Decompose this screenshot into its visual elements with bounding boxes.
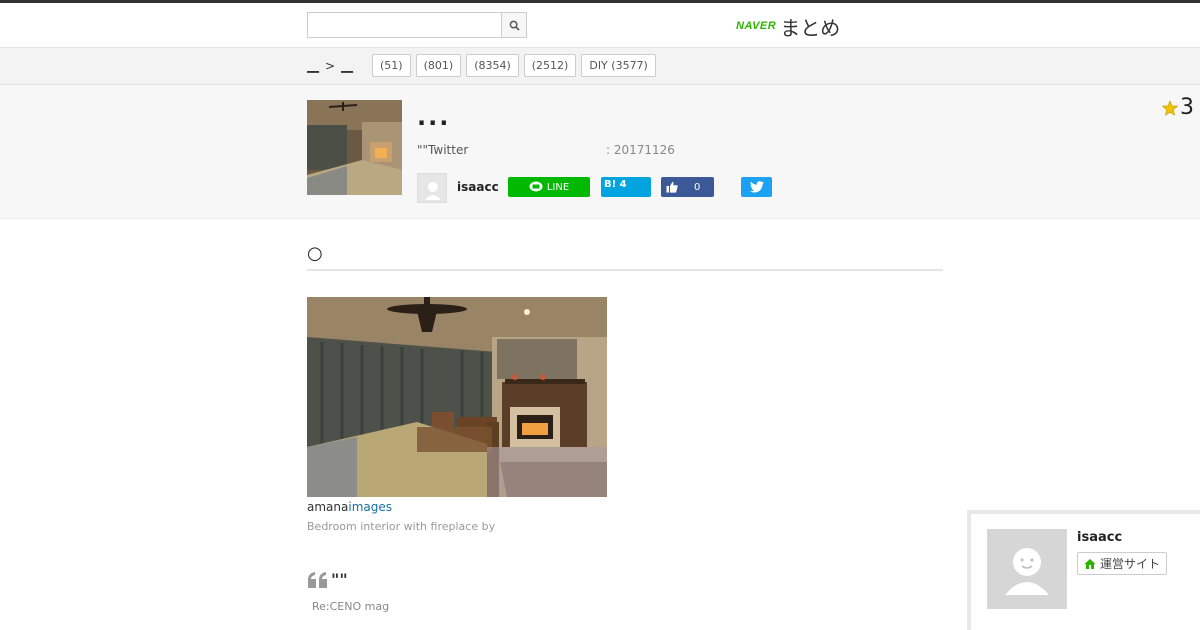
article-description: ""Twitter [417, 143, 469, 157]
article-title: ... [417, 103, 451, 131]
site-header: NAVER まとめ [0, 3, 1200, 48]
quote-block: "" [307, 570, 348, 589]
twitter-bird-icon [749, 181, 764, 193]
category-tag[interactable]: (801) [415, 54, 462, 77]
favorite-count: 3 [1180, 95, 1194, 120]
search-input[interactable] [308, 13, 502, 37]
category-tags: (51) (801) (8354) (2512) DIY (3577) [372, 54, 661, 77]
default-avatar-icon [987, 529, 1067, 609]
quote-source[interactable]: Re:CENO mag [312, 600, 389, 613]
author-profile-card: isaacc 運営サイト [967, 510, 1200, 630]
breadcrumb-item-2[interactable]: __ [341, 59, 353, 73]
profile-name[interactable]: isaacc [1077, 530, 1122, 545]
category-bar: __ > __ (51) (801) (8354) (2512) DIY (35… [0, 48, 1200, 85]
house-icon [1084, 558, 1096, 569]
thumbs-up-icon [666, 181, 678, 193]
logo-brand: NAVER [736, 20, 777, 32]
facebook-like-button[interactable]: 0 [661, 177, 714, 197]
naver-matome-logo[interactable]: NAVER まとめ [736, 12, 840, 40]
photo-caption: Bedroom interior with fireplace by [307, 520, 496, 533]
article-thumbnail[interactable] [307, 100, 402, 195]
section-heading: ○ [307, 243, 943, 271]
category-tag[interactable]: (8354) [466, 54, 519, 77]
line-icon [529, 181, 543, 192]
hatena-bookmark-button[interactable]: B! 4 [601, 177, 651, 197]
article-date: : 20171126 [606, 143, 675, 157]
photo-credit[interactable]: amanaimages [307, 500, 392, 514]
line-share-button[interactable]: LINE [508, 177, 590, 197]
search-button[interactable] [501, 13, 526, 37]
credit-images: images [348, 500, 392, 514]
breadcrumb: __ > __ [307, 59, 353, 73]
author-name[interactable]: isaacc [457, 180, 499, 194]
profile-site-button[interactable]: 運営サイト [1077, 552, 1168, 575]
star-icon [1162, 99, 1178, 116]
category-tag[interactable]: DIY (3577) [581, 54, 656, 77]
facebook-like-count: 0 [694, 181, 701, 193]
bedroom-photo[interactable] [307, 297, 607, 497]
profile-site-label: 運営サイト [1100, 557, 1161, 571]
hatena-bookmark-count: B! 4 [604, 179, 627, 190]
category-tag[interactable]: (51) [372, 54, 411, 77]
article-summary: ... ""Twitter : 20171126 isaacc LINE B! … [0, 85, 1200, 219]
category-tag[interactable]: (2512) [523, 54, 577, 77]
quote-icon [308, 571, 327, 588]
favorite-counter[interactable]: 3 [1162, 95, 1194, 120]
quote-text: "" [331, 570, 348, 589]
default-avatar-icon [418, 174, 446, 202]
author-avatar[interactable] [417, 173, 447, 203]
logo-text: まとめ [780, 15, 841, 40]
search-icon [509, 20, 520, 31]
breadcrumb-separator: > [325, 59, 336, 73]
line-share-label: LINE [546, 181, 570, 193]
credit-amana: amana [307, 500, 349, 514]
breadcrumb-item-1[interactable]: __ [307, 59, 319, 73]
search-box [307, 12, 527, 38]
profile-avatar[interactable] [987, 529, 1067, 609]
twitter-share-button[interactable] [741, 177, 772, 197]
